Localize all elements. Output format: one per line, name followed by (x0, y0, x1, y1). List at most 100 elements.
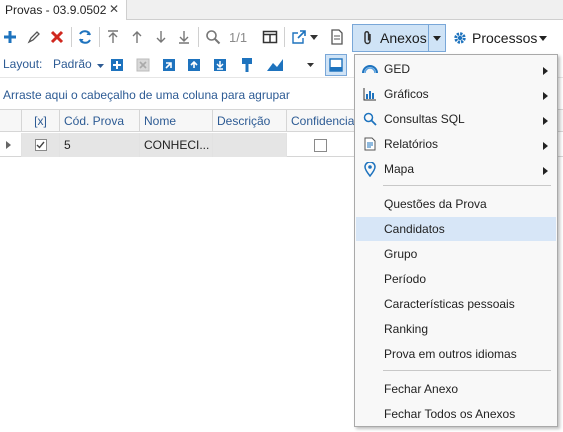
search-icon[interactable] (204, 27, 222, 47)
gear-icon (453, 31, 467, 45)
column-header-select[interactable]: [x] (22, 110, 60, 132)
map-pin-icon (362, 161, 378, 177)
menu-label: Prova em outros idiomas (384, 347, 517, 361)
cell-nome[interactable]: CONHECI... (140, 133, 213, 157)
menu-label: Fechar Anexo (384, 382, 459, 396)
toolbar-divider (284, 27, 285, 47)
close-icon[interactable]: ✕ (109, 2, 119, 16)
delete-icon[interactable] (48, 27, 66, 47)
menu-label: Questões da Prova (384, 197, 487, 211)
menu-label: GED (384, 62, 411, 76)
cell-cod-prova[interactable]: 5 (60, 133, 140, 157)
menu-item-ged[interactable]: GED (356, 57, 556, 81)
menu-label: Fechar Todos os Anexos (384, 407, 516, 421)
chevron-right-icon (543, 64, 548, 78)
chevron-down-icon[interactable] (305, 55, 315, 75)
layout-panel-icon[interactable] (261, 27, 279, 47)
toolbar-divider (71, 27, 72, 47)
layout-label: Layout: (3, 57, 43, 71)
menu-item-consultas-sql[interactable]: Consultas SQL (356, 107, 556, 131)
search-icon (362, 111, 378, 127)
chevron-down-icon[interactable] (536, 25, 550, 51)
last-record-icon[interactable] (175, 27, 193, 47)
menu-item-mapa[interactable]: Mapa (356, 157, 556, 181)
cell-descricao[interactable] (213, 133, 287, 157)
row-checkbox[interactable] (34, 139, 47, 151)
bar-chart-icon (362, 86, 378, 102)
chevron-right-icon (543, 114, 548, 128)
menu-label: Características pessoais (384, 297, 515, 311)
menu-item-ranking[interactable]: Ranking (356, 317, 556, 341)
menu-separator (383, 185, 551, 186)
download-layout-icon[interactable] (211, 55, 229, 75)
grid-view-toggle[interactable] (325, 54, 347, 76)
menu-item-prova-em-outros-idiomas[interactable]: Prova em outros idiomas (356, 342, 556, 366)
menu-item-candidatos[interactable]: Candidatos (356, 217, 556, 241)
menu-label: Candidatos (384, 222, 445, 236)
menu-label: Relatórios (384, 137, 439, 151)
processos-button[interactable]: Processos (449, 24, 553, 52)
menu-label: Ranking (384, 322, 429, 336)
column-header-nome[interactable]: Nome (140, 110, 213, 132)
column-header-cod-prova[interactable]: Cód. Prova (60, 110, 140, 132)
anexos-button[interactable]: Anexos (352, 24, 446, 52)
chevron-right-icon (543, 139, 548, 153)
paperclip-icon (362, 30, 374, 46)
menu-item-periodo[interactable]: Período (356, 267, 556, 291)
toolbar-divider (198, 27, 199, 47)
chart-icon[interactable] (266, 55, 284, 75)
report-icon (362, 136, 378, 152)
layout-value: Padrão (53, 57, 92, 71)
row-select-cell[interactable] (22, 133, 60, 157)
menu-label: Mapa (384, 162, 415, 176)
column-header-confidencial[interactable]: Confidencial (287, 110, 357, 132)
refresh-icon[interactable] (76, 27, 94, 47)
menu-item-fechar-anexo[interactable]: Fechar Anexo (356, 377, 556, 401)
column-header-descricao[interactable]: Descrição (213, 110, 287, 132)
chevron-down-icon[interactable] (309, 27, 319, 47)
group-hint: Arraste aqui o cabeçalho de uma coluna p… (3, 88, 290, 102)
row-indicator (0, 133, 22, 157)
remove-layout-icon[interactable] (134, 55, 152, 75)
first-record-icon[interactable] (104, 27, 122, 47)
export-icon[interactable] (290, 27, 308, 47)
save-layout-icon[interactable] (160, 55, 178, 75)
upload-layout-icon[interactable] (185, 55, 203, 75)
menu-label: Gráficos (384, 87, 429, 101)
menu-label: Consultas SQL (384, 112, 465, 126)
processos-label: Processos (472, 30, 538, 46)
add-icon[interactable] (1, 27, 19, 47)
previous-record-icon[interactable] (128, 27, 146, 47)
edit-icon[interactable] (25, 27, 43, 47)
chevron-right-icon (6, 141, 11, 149)
add-layout-icon[interactable] (108, 55, 126, 75)
menu-item-caracteristicas-pessoais[interactable]: Características pessoais (356, 292, 556, 316)
chevron-down-icon[interactable] (428, 25, 445, 51)
paint-brush-icon[interactable] (238, 55, 256, 75)
record-pager: 1/1 (229, 30, 248, 45)
tab-provas[interactable]: Provas - 03.9.0502 ✕ (0, 0, 127, 20)
menu-item-grupo[interactable]: Grupo (356, 242, 556, 266)
tab-title: Provas - 03.9.0502 (5, 3, 107, 17)
row-indicator-header (0, 110, 22, 132)
ged-icon (362, 61, 378, 77)
menu-label: Grupo (384, 247, 418, 261)
anexos-menu: GED Gráficos Consultas SQL Relatórios Ma… (354, 54, 558, 427)
chevron-right-icon (543, 164, 548, 178)
tab-strip: Provas - 03.9.0502 ✕ (0, 0, 563, 20)
next-record-icon[interactable] (152, 27, 170, 47)
main-toolbar: 1/1 Anexos Processos (0, 21, 563, 53)
check-icon (36, 141, 45, 149)
confidencial-checkbox[interactable] (314, 138, 327, 152)
document-icon[interactable] (328, 27, 346, 47)
menu-item-graficos[interactable]: Gráficos (356, 82, 556, 106)
menu-item-fechar-todos-os-anexos[interactable]: Fechar Todos os Anexos (356, 402, 556, 426)
chevron-right-icon (543, 89, 548, 103)
layout-select[interactable]: Padrão (53, 57, 105, 71)
menu-item-questoes-da-prova[interactable]: Questões da Prova (356, 192, 556, 216)
chevron-down-icon (97, 57, 105, 71)
menu-label: Período (384, 272, 427, 286)
menu-item-relatorios[interactable]: Relatórios (356, 132, 556, 156)
cell-confidencial[interactable] (287, 133, 355, 157)
toolbar-divider (99, 27, 100, 47)
